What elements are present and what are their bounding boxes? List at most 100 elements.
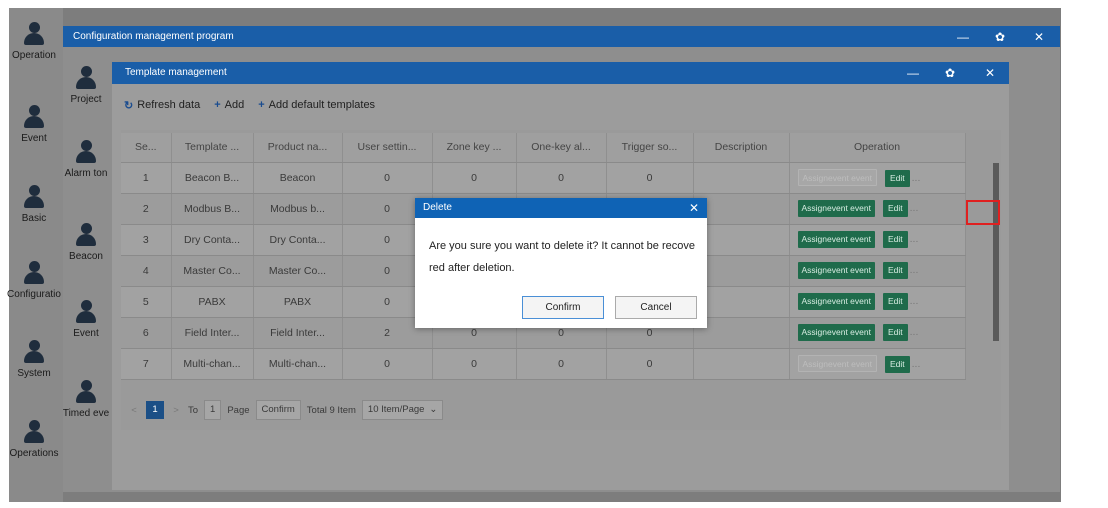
delete-dialog-title: Delete: [423, 202, 452, 213]
sidebar-item-1[interactable]: Event: [4, 105, 64, 144]
plus-icon: +: [214, 99, 221, 111]
column-header[interactable]: Zone key ...: [432, 133, 517, 163]
table-row[interactable]: 1 Beacon B... Beacon 0 0 0 0 Assignevent event E…: [121, 162, 966, 194]
template-minimize-icon[interactable]: —: [907, 64, 919, 82]
sidebar-item-2[interactable]: Basic: [4, 185, 64, 224]
table-row[interactable]: 7 Multi-chan... Multi-chan... 0 0 0 0 Assigneve…: [121, 348, 966, 380]
more-options[interactable]: ...: [910, 295, 919, 307]
cell-template: Field Inter...: [171, 317, 254, 349]
cell-product: Dry Conta...: [253, 224, 343, 256]
add-default-templates-button[interactable]: + Add default templates: [258, 99, 375, 111]
goto-confirm-button[interactable]: Confirm: [255, 400, 301, 420]
user-icon: [75, 66, 97, 90]
cell-desc: [693, 317, 790, 349]
config-sidebar-item-1[interactable]: Alarm ton: [60, 140, 112, 179]
config-sidebar-item-0[interactable]: Project: [60, 66, 112, 105]
cell-operation: Assignevent event Edit...: [789, 255, 966, 287]
user-icon: [23, 261, 45, 285]
cell-seq: 4: [121, 255, 172, 287]
configuration-window-titlebar: Configuration management program: [63, 26, 1060, 47]
user-icon: [23, 340, 45, 364]
edit-button[interactable]: Edit: [882, 231, 908, 248]
cell-desc: [693, 224, 790, 256]
sidebar-item-3[interactable]: Configuratio: [4, 261, 64, 300]
assign-event-button[interactable]: Assignevent event: [797, 324, 875, 341]
cell-operation: Assignevent event Edit...: [789, 162, 966, 194]
config-sidebar-label: Alarm ton: [64, 168, 108, 179]
cell-product: Beacon: [253, 162, 343, 194]
cell-onekey: 0: [516, 348, 607, 380]
column-header[interactable]: One-key al...: [516, 133, 607, 163]
more-options[interactable]: ...: [912, 358, 921, 370]
template-restore-icon[interactable]: ✿: [945, 64, 955, 82]
page-1-button[interactable]: 1: [146, 401, 164, 419]
cell-zone: 0: [432, 162, 517, 194]
edit-button[interactable]: Edit: [882, 324, 908, 341]
template-close-icon[interactable]: ✕: [985, 64, 995, 82]
page-size-value: 10 Item/Page: [367, 404, 425, 415]
close-icon[interactable]: ✕: [1034, 28, 1044, 46]
assign-event-button[interactable]: Assignevent event: [797, 293, 875, 310]
column-header[interactable]: Product na...: [253, 133, 343, 163]
more-options[interactable]: ...: [910, 326, 919, 338]
cell-desc: [693, 348, 790, 380]
restore-icon[interactable]: ✿: [995, 28, 1005, 46]
column-header[interactable]: Se...: [121, 133, 172, 163]
config-sidebar-item-3[interactable]: Event: [60, 300, 112, 339]
config-sidebar-item-4[interactable]: Timed eve: [60, 380, 112, 419]
edit-button[interactable]: Edit: [882, 262, 908, 279]
goto-label: To: [188, 404, 199, 416]
plus-icon: +: [258, 99, 265, 111]
assign-event-button[interactable]: Assignevent event: [797, 262, 875, 279]
sidebar-item-0[interactable]: Operation: [4, 22, 64, 61]
sidebar-item-label: Event: [21, 133, 47, 144]
column-header[interactable]: Template ...: [171, 133, 254, 163]
user-icon: [23, 185, 45, 209]
dialog-close-icon[interactable]: ✕: [689, 198, 699, 218]
cell-product: Modbus b...: [253, 193, 343, 225]
cell-trigger: 0: [606, 348, 694, 380]
column-header[interactable]: Operation: [789, 133, 966, 163]
add-button[interactable]: + Add: [214, 99, 244, 111]
more-options[interactable]: ...: [912, 172, 921, 184]
next-page-button[interactable]: >: [170, 405, 182, 416]
edit-button[interactable]: Edit: [884, 169, 910, 187]
edit-button[interactable]: Edit: [884, 355, 910, 373]
column-header[interactable]: Trigger so...: [606, 133, 694, 163]
table-scrollbar[interactable]: [993, 163, 999, 341]
assign-event-button[interactable]: Assignevent event: [797, 231, 875, 248]
configuration-sidebar: [63, 47, 112, 492]
config-sidebar-label: Beacon: [69, 251, 103, 262]
confirm-button[interactable]: Confirm: [522, 296, 604, 319]
cell-desc: [693, 286, 790, 318]
sidebar-item-5[interactable]: Operations: [4, 420, 64, 459]
page-size-select[interactable]: 10 Item/Page ⌄: [361, 400, 444, 420]
prev-page-button[interactable]: <: [128, 405, 140, 416]
cell-operation: Assignevent event Edit...: [789, 317, 966, 349]
cancel-button[interactable]: Cancel: [615, 296, 697, 319]
column-header[interactable]: User settin...: [342, 133, 433, 163]
cell-user: 0: [342, 162, 433, 194]
edit-button[interactable]: Edit: [882, 200, 908, 217]
page-number-input[interactable]: 1: [204, 400, 222, 420]
cell-trigger: 0: [606, 162, 694, 194]
assign-event-button[interactable]: Assignevent event: [797, 200, 875, 217]
config-sidebar-item-2[interactable]: Beacon: [60, 223, 112, 262]
more-options[interactable]: ...: [910, 264, 919, 276]
refresh-data-button[interactable]: ↻ Refresh data: [124, 99, 200, 112]
user-icon: [75, 140, 97, 164]
user-icon: [75, 223, 97, 247]
sidebar-item-4[interactable]: System: [4, 340, 64, 379]
cell-template: Beacon B...: [171, 162, 254, 194]
edit-button[interactable]: Edit: [882, 293, 908, 310]
user-icon: [23, 22, 45, 46]
more-options[interactable]: ...: [910, 202, 919, 214]
cell-onekey: 0: [516, 162, 607, 194]
more-options[interactable]: ...: [910, 233, 919, 245]
column-header[interactable]: Description: [693, 133, 790, 163]
minimize-icon[interactable]: —: [957, 28, 969, 46]
cell-zone: 0: [432, 348, 517, 380]
cell-template: Modbus B...: [171, 193, 254, 225]
chevron-down-icon: ⌄: [429, 404, 438, 415]
cell-seq: 3: [121, 224, 172, 256]
